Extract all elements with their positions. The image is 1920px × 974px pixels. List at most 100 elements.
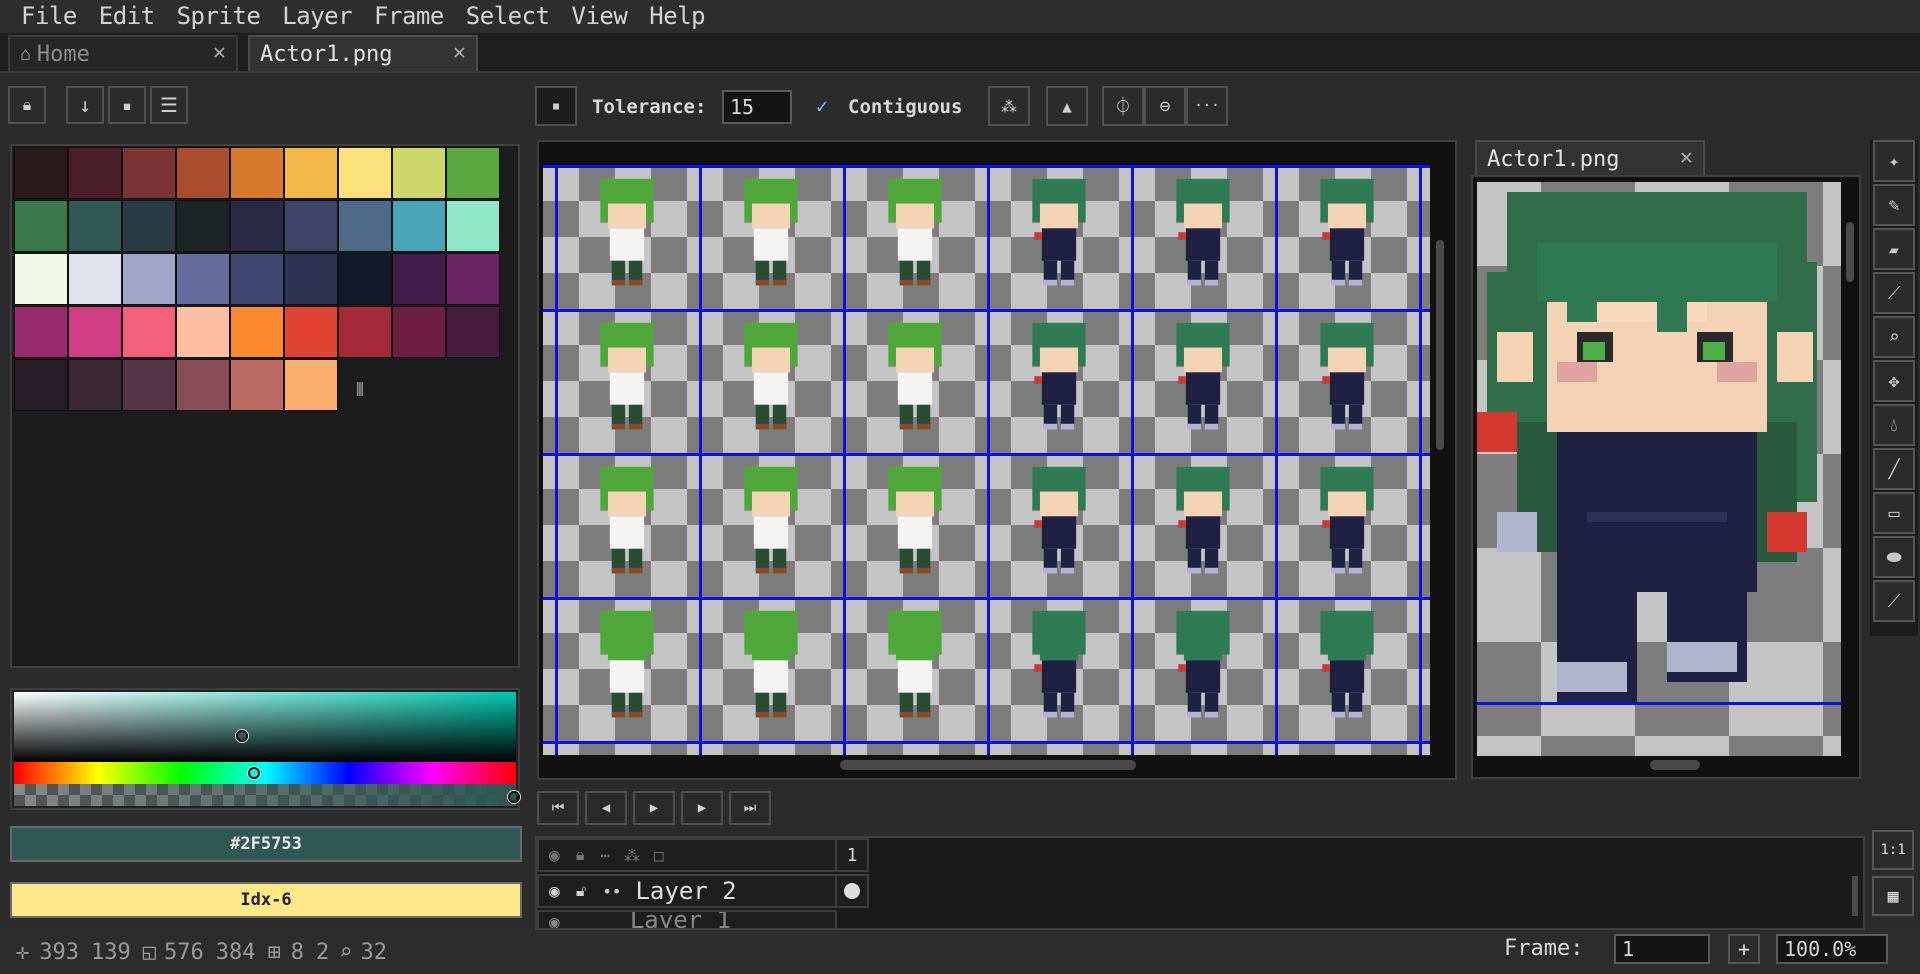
symmetry-vertical-button[interactable]: ⏀: [1102, 86, 1144, 126]
menu-layer[interactable]: Layer: [271, 2, 363, 30]
add-frame-button[interactable]: +: [1728, 934, 1760, 964]
palette-grip-icon[interactable]: ⦀: [356, 380, 364, 401]
palette-swatch[interactable]: [392, 306, 446, 358]
close-icon[interactable]: ✕: [1680, 145, 1693, 170]
eyedropper-tool[interactable]: ⟋: [1873, 272, 1915, 314]
move-tool[interactable]: ✥: [1873, 360, 1915, 402]
tolerance-input[interactable]: 15: [722, 90, 792, 124]
hue-handle[interactable]: [248, 767, 260, 779]
palette-swatch[interactable]: [446, 306, 500, 358]
close-icon[interactable]: ✕: [213, 40, 226, 65]
palette-swatch[interactable]: [338, 306, 392, 358]
lock-palette-button[interactable]: 🔒︎: [8, 86, 46, 124]
close-icon[interactable]: ✕: [453, 40, 466, 65]
rectangle-tool[interactable]: ▭: [1873, 492, 1915, 534]
palette-swatch[interactable]: [284, 200, 338, 252]
timeline-scrollbar[interactable]: [1852, 876, 1858, 916]
pencil-tool[interactable]: ✎: [1873, 184, 1915, 226]
fill-tool[interactable]: 💧︎: [1873, 404, 1915, 446]
palette-swatch[interactable]: [338, 253, 392, 305]
palette-menu-button[interactable]: ☰: [150, 86, 188, 124]
alpha-handle[interactable]: [508, 791, 520, 803]
palette-new-button[interactable]: ▪: [108, 86, 146, 124]
play-button[interactable]: ▶: [633, 791, 675, 825]
palette-swatch[interactable]: [446, 147, 500, 199]
palette-swatch[interactable]: [338, 147, 392, 199]
eye-icon[interactable]: ◉: [549, 845, 560, 866]
palette-swatch[interactable]: [14, 253, 68, 305]
layer-row-1[interactable]: ◉ Layer 1: [537, 910, 837, 930]
canvas-vertical-scrollbar[interactable]: [1436, 240, 1444, 450]
palette-swatch[interactable]: [392, 200, 446, 252]
alpha-slider[interactable]: [14, 784, 516, 806]
frame-header[interactable]: 1: [835, 838, 869, 872]
palette-swatch[interactable]: [176, 147, 230, 199]
canvas-horizontal-scrollbar[interactable]: [840, 760, 1136, 770]
palette-swatch[interactable]: [122, 306, 176, 358]
frame-input[interactable]: 1: [1614, 934, 1710, 964]
palette-swatch[interactable]: [68, 147, 122, 199]
palette-swatch[interactable]: [176, 200, 230, 252]
tab-home[interactable]: ⌂ Home ✕: [8, 35, 238, 71]
zoom-1-to-1-button[interactable]: 1:1: [1872, 830, 1914, 870]
shading-tool[interactable]: ⟋: [1873, 580, 1915, 622]
palette-swatch[interactable]: [14, 306, 68, 358]
line-tool[interactable]: ╱: [1873, 448, 1915, 490]
palette-swatch[interactable]: [68, 200, 122, 252]
menu-select[interactable]: Select: [455, 2, 561, 30]
pixel-grid-button[interactable]: ⁂: [988, 86, 1030, 126]
palette-swatch[interactable]: [392, 253, 446, 305]
symmetry-horizontal-button[interactable]: ⊖: [1144, 86, 1186, 126]
secondary-color-field[interactable]: Idx-6: [10, 882, 522, 918]
palette-swatch[interactable]: [14, 359, 68, 411]
sprite-canvas[interactable]: [543, 165, 1430, 755]
saturation-value-area[interactable]: [14, 692, 516, 762]
palette-swatch[interactable]: [446, 200, 500, 252]
lock-icon[interactable]: 🔓︎: [576, 881, 586, 901]
lock-icon[interactable]: 🔒︎: [576, 845, 585, 865]
palette-swatch[interactable]: [230, 200, 284, 252]
hue-slider[interactable]: [14, 762, 516, 784]
sv-handle[interactable]: [236, 730, 248, 742]
menu-frame[interactable]: Frame: [363, 2, 455, 30]
new-group-icon[interactable]: ⁂: [624, 846, 640, 865]
eraser-tool[interactable]: ▰: [1873, 228, 1915, 270]
link-icon[interactable]: ••: [602, 882, 621, 901]
palette-swatch[interactable]: [14, 200, 68, 252]
next-frame-button[interactable]: ▶: [681, 791, 723, 825]
zoom-input[interactable]: 100.0%: [1776, 934, 1888, 964]
palette-swatch[interactable]: [122, 200, 176, 252]
palette-swatch[interactable]: [284, 253, 338, 305]
first-frame-button[interactable]: ⏮: [537, 791, 579, 825]
palette-swatch[interactable]: [14, 147, 68, 199]
palette-swatch[interactable]: [122, 359, 176, 411]
palette-swatch[interactable]: [230, 147, 284, 199]
palette-swatch[interactable]: [284, 147, 338, 199]
palette-swatch[interactable]: [230, 253, 284, 305]
magic-wand-tool[interactable]: ✦: [1873, 140, 1915, 182]
palette-swatch[interactable]: [284, 359, 338, 411]
palette-swatch[interactable]: [68, 306, 122, 358]
palette-swatch[interactable]: [68, 253, 122, 305]
cel-layer-2[interactable]: [835, 874, 869, 908]
menu-edit[interactable]: Edit: [88, 2, 166, 30]
preview-tab[interactable]: Actor1.png ✕: [1475, 140, 1705, 176]
brush-size-button[interactable]: ■: [535, 86, 577, 126]
preview-canvas[interactable]: [1477, 182, 1841, 756]
link-icon[interactable]: ⋯: [600, 846, 610, 865]
palette-swatch[interactable]: [392, 147, 446, 199]
palette-swatch[interactable]: [176, 359, 230, 411]
palette-swatch[interactable]: [176, 306, 230, 358]
zoom-tool[interactable]: ⌕: [1873, 316, 1915, 358]
tab-actor1[interactable]: Actor1.png ✕: [248, 35, 478, 71]
palette-swatch[interactable]: [68, 359, 122, 411]
menu-help[interactable]: Help: [638, 2, 716, 30]
timeline-settings-button[interactable]: ▦: [1872, 876, 1914, 916]
palette-swatch[interactable]: [446, 253, 500, 305]
palette-swatch[interactable]: [122, 253, 176, 305]
previous-frame-button[interactable]: ◀: [585, 791, 627, 825]
primary-color-field[interactable]: #2F5753: [10, 826, 522, 862]
palette-swatch[interactable]: [284, 306, 338, 358]
fill-mode-button[interactable]: ▲: [1046, 86, 1088, 126]
ellipse-tool[interactable]: ⬬: [1873, 536, 1915, 578]
